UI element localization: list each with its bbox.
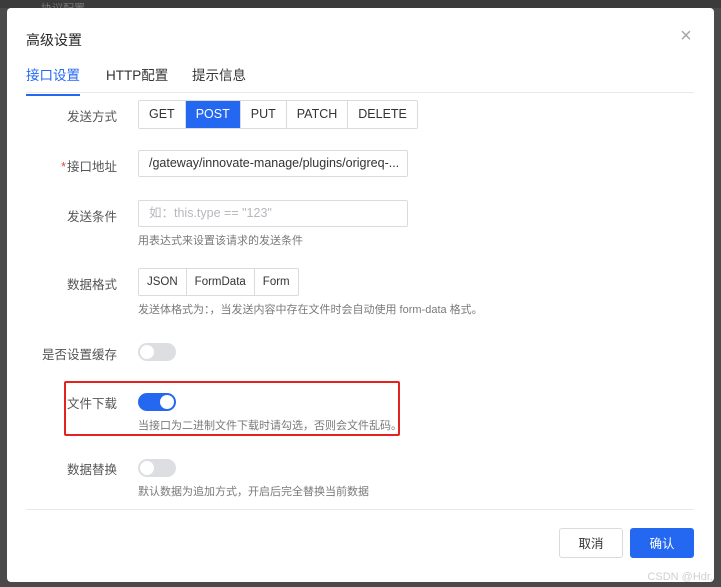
cancel-button[interactable]: 取消	[559, 528, 623, 558]
format-formdata-button[interactable]: FormData	[187, 269, 255, 295]
method-post-button[interactable]: POST	[185, 101, 241, 128]
tab-bar: 接口设置 HTTP配置 提示信息	[26, 62, 694, 96]
data-format-hint: 发送体格式为：，当发送内容中存在文件时会自动使用 form-data 格式。	[138, 304, 483, 316]
data-format-button-group: JSON FormData Form	[138, 268, 299, 296]
format-json-button[interactable]: JSON	[139, 269, 187, 295]
url-input[interactable]: /gateway/innovate-manage/plugins/origreq…	[138, 150, 408, 177]
confirm-button[interactable]: 确认	[630, 528, 694, 558]
footer-divider	[26, 509, 694, 510]
url-label-text: 接口地址	[66, 160, 117, 174]
condition-hint: 用表达式来设置该请求的发送条件	[138, 235, 303, 247]
close-icon[interactable]: ×	[678, 26, 694, 46]
tab-interface-settings[interactable]: 接口设置	[26, 64, 80, 96]
toggle-knob	[160, 395, 174, 409]
condition-label: 发送条件	[66, 210, 117, 224]
cache-label: 是否设置缓存	[41, 348, 117, 362]
method-delete-button[interactable]: DELETE	[348, 101, 417, 128]
data-replace-label: 数据替换	[66, 463, 117, 477]
required-mark: *	[61, 160, 66, 174]
watermark: CSDN @Hdr.	[647, 571, 713, 583]
method-button-group: GET POST PUT PATCH DELETE	[138, 100, 418, 129]
cache-toggle[interactable]	[138, 343, 176, 361]
advanced-settings-dialog: 高级设置 × 接口设置 HTTP配置 提示信息 发送方式 GET POST PU…	[7, 8, 714, 582]
condition-input[interactable]: 如：this.type == "123"	[138, 200, 408, 227]
data-format-label: 数据格式	[66, 278, 117, 292]
method-get-button[interactable]: GET	[139, 101, 186, 128]
data-replace-toggle[interactable]	[138, 459, 176, 477]
file-download-hint: 当接口为二进制文件下载时请勾选，否则会文件乱码。	[138, 420, 402, 432]
method-put-button[interactable]: PUT	[241, 101, 287, 128]
format-form-button[interactable]: Form	[255, 269, 298, 295]
backdrop: …协议配置	[0, 0, 721, 15]
method-patch-button[interactable]: PATCH	[287, 101, 349, 128]
tab-http-config[interactable]: HTTP配置	[106, 64, 168, 94]
dialog-title: 高级设置	[26, 32, 82, 48]
file-download-label: 文件下载	[66, 397, 117, 411]
toggle-knob	[140, 345, 154, 359]
method-label: 发送方式	[66, 110, 117, 124]
url-label: *接口地址	[0, 156, 117, 175]
file-download-toggle[interactable]	[138, 393, 176, 411]
tab-prompt-info[interactable]: 提示信息	[192, 64, 246, 94]
toggle-knob	[140, 461, 154, 475]
data-replace-hint: 默认数据为追加方式，开启后完全替换当前数据	[138, 486, 369, 498]
